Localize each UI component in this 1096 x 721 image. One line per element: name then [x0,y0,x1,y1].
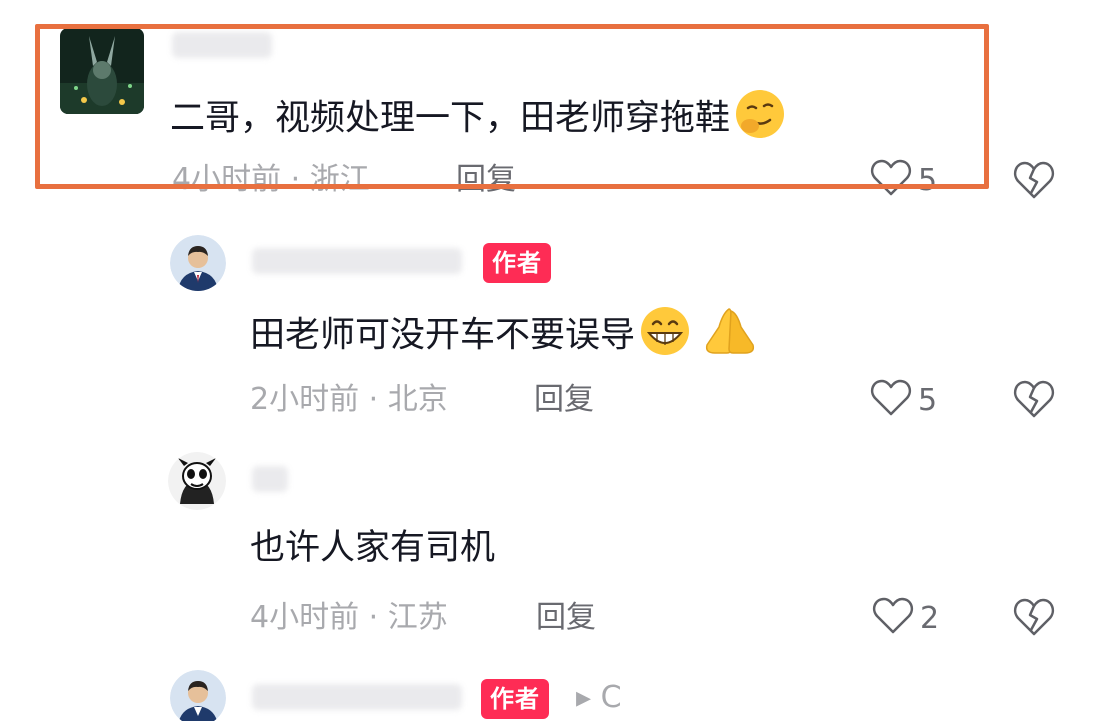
folded-hands-emoji [701,305,757,368]
like-count: 2 [920,600,940,636]
heart-outline-icon [870,379,912,421]
username[interactable] [252,466,288,492]
avatar[interactable] [168,452,226,510]
meta-separator: · [281,162,310,197]
dislike-button[interactable] [1012,597,1056,641]
comment-meta: 4小时前 · 浙江 [172,160,370,200]
like-button[interactable]: 5 [870,378,937,422]
broken-heart-icon [1012,380,1056,423]
dislike-button[interactable] [1012,379,1056,423]
avatar[interactable] [170,670,226,721]
avatar[interactable] [170,235,226,291]
comment-section: 二哥，视频处理一下，田老师穿拖鞋 4小时前 · 浙江 回复 5 作者 田老师可没… [0,0,1096,721]
smirk-emoji [734,88,786,151]
reply-button[interactable]: 回复 [534,380,594,420]
username[interactable] [172,32,272,58]
comment-time: 4小时前 [172,162,282,197]
comment-text-content: 田老师可没开车不要误导 [250,315,636,356]
comment-time: 4小时前 [250,600,360,635]
like-button[interactable]: 2 [872,596,939,640]
comment-location: 浙江 [309,162,370,197]
comment-meta: 4小时前 · 江苏 [250,598,448,638]
broken-heart-icon [1012,598,1056,641]
broken-heart-icon [1012,161,1056,204]
username[interactable] [252,684,462,710]
comment-text-content: 也许人家有司机 [250,528,496,568]
heart-outline-icon [872,597,914,639]
username[interactable] [252,248,462,274]
dislike-button[interactable] [1012,160,1056,204]
comment-text-content: 二哥，视频处理一下，田老师穿拖鞋 [170,98,731,139]
comment-text: 二哥，视频处理一下，田老师穿拖鞋 [170,88,786,151]
like-count: 5 [918,162,938,198]
author-badge: 作者 [483,243,551,283]
comment-location: 北京 [387,382,448,417]
avatar[interactable] [60,28,144,114]
meta-separator: · [359,382,388,417]
reply-button[interactable]: 回复 [456,160,516,200]
comment-location: 江苏 [387,600,448,635]
like-count: 5 [918,382,938,418]
reply-button[interactable]: 回复 [536,598,596,638]
comment-time: 2小时前 [250,382,360,417]
comment-text: 田老师可没开车不要误导 [250,305,757,368]
meta-separator: · [359,600,388,635]
author-badge: 作者 [481,679,549,719]
grin-emoji [639,305,691,368]
heart-outline-icon [870,159,912,201]
more-indicator[interactable]: ▸ C [576,680,622,715]
comment-text: 也许人家有司机 [250,526,495,570]
like-button[interactable]: 5 [870,158,937,202]
comment-meta: 2小时前 · 北京 [250,380,448,420]
